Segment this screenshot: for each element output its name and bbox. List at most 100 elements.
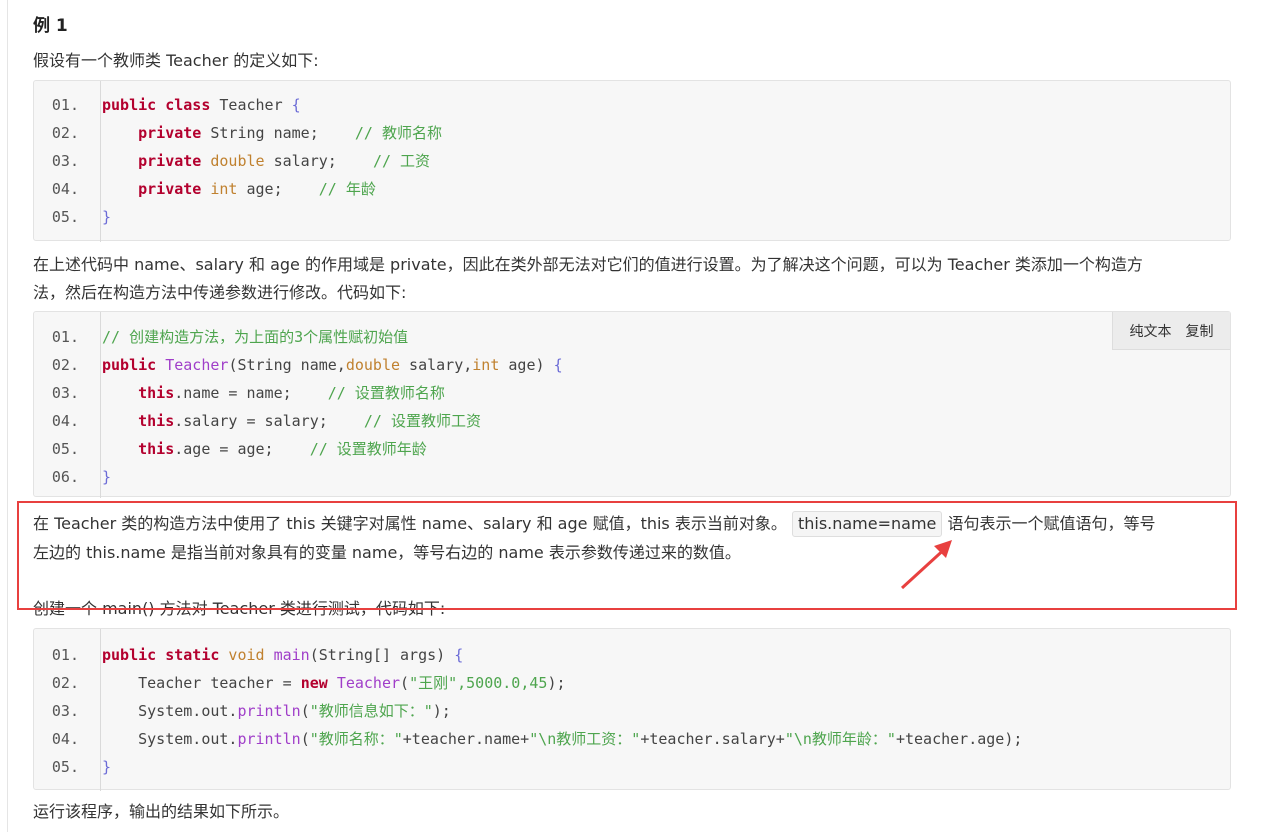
code-token: this [138,440,175,458]
code-token: Teacher [165,356,229,374]
code-token: System.out. [102,730,238,748]
code-token: } [102,468,112,486]
code-token: public [102,356,157,374]
code-token: +teacher.name+ [402,730,530,748]
code-line: 01. public static void main(String[] args… [34,641,1230,669]
code-token: public static [102,646,220,664]
code-line: 01. // 创建构造方法，为上面的3个属性赋初始值 [34,323,1230,351]
code-line: 01. public class Teacher { [34,91,1230,119]
code-line: 05.} [34,753,1230,781]
code-token: } [102,208,112,226]
code-token: public class [102,96,211,114]
code-token: // 工资 [372,152,431,170]
line-number: 03. [51,384,79,402]
line-number: 05. [51,208,79,226]
code-token: "教师信息如下：" [309,702,433,720]
code-token: "\n教师年龄：" [784,730,896,748]
code-block-main-method: 01. public static void main(String[] args… [33,628,1231,791]
code-text: System.out.println("教师信息如下："); [102,697,451,725]
code-token: .salary = salary; [174,412,364,430]
code-token: { [291,96,301,114]
code-token: ( [300,730,310,748]
code-token: this [138,412,175,430]
code-token: // 年龄 [318,180,376,198]
line-number: 04. [51,730,79,748]
code-text: public static void main(String[] args) { [102,641,463,669]
code-block-teacher-class: 01. public class Teacher {02. private Str… [33,80,1231,242]
code-token: { [553,356,563,374]
code-line: 02. Teacher teacher = new Teacher("王刚",5… [34,669,1230,697]
code-token: double [201,152,265,170]
line-number: 01. [51,96,79,114]
line-number: 05. [51,440,79,458]
code-token: "王刚",5000.0,45 [409,674,548,692]
code-line: 06.} [34,463,1230,491]
line-number: 05. [51,758,79,776]
code-line: 04. System.out.println("教师名称："+teacher.n… [34,725,1230,753]
code-line: 05. this.age = age; // 设置教师年龄 [34,435,1230,463]
code-token: Teacher [336,674,401,692]
code-text: } [102,203,111,231]
example-heading: 例 1 [33,16,68,36]
intro-text: 假设有一个教师类 Teacher 的定义如下: [33,51,319,70]
code-text: this.age = age; // 设置教师年龄 [102,435,427,463]
red-arrow-icon [900,540,952,590]
code-token: ); [432,702,451,720]
code-token: // 创建构造方法，为上面的3个属性赋初始值 [102,328,409,346]
code-line: 02. public Teacher(String name,double sal… [34,351,1230,379]
code-text: } [102,753,111,781]
line-number: 01. [51,328,79,346]
code-token: int [201,180,238,198]
code-token: "\n教师工资：" [529,730,641,748]
line-number: 02. [51,674,79,692]
code-token: .name = name; [174,384,328,402]
code-token: println [237,702,301,720]
code-token: String name; [201,124,355,142]
code-token: private [138,124,202,142]
code-text: System.out.println("教师名称："+teacher.name+… [102,725,1022,753]
code-token: salary, [400,356,473,374]
code-token: ( [400,674,410,692]
code-token: ( [300,702,310,720]
code-line: 03. this.name = name; // 设置教师名称 [34,379,1230,407]
code-text: public class Teacher { [102,91,301,119]
explanation-line-1: 在上述代码中 name、salary 和 age 的作用域是 private，因… [33,255,1143,274]
code-token: +teacher.age); [895,730,1023,748]
code-token: ); [547,674,566,692]
line-number: 03. [51,152,79,170]
code-token: // 设置教师名称 [327,384,445,402]
code-token: int [472,356,500,374]
code-token: Teacher teacher = [102,674,301,692]
code-token: (String name, [228,356,346,374]
code-text: public Teacher(String name,double salary… [102,351,563,379]
code-text: Teacher teacher = new Teacher("王刚",5000.… [102,669,566,697]
code-text: private String name; // 教师名称 [102,119,442,147]
line-number: 03. [51,702,79,720]
code-token: void [219,646,265,664]
code-token: private [138,180,202,198]
code-text: private double salary; // 工资 [102,147,430,175]
code-token: println [237,730,301,748]
code-token: // 教师名称 [354,124,442,142]
code-token: +teacher.salary+ [640,730,785,748]
code-token: .age = age; [174,440,310,458]
code-token: this [138,384,175,402]
code-block-constructor: 纯文本 复制 01.// 创建构造方法，为上面的3个属性赋初始值 02. publi… [33,311,1231,498]
code-token: System.out. [102,702,238,720]
code-line: 02. private String name; // 教师名称 [34,119,1230,147]
code-line: 04. private int age; // 年龄 [34,175,1230,203]
code-line: 04. this.salary = salary; // 设置教师工资 [34,407,1230,435]
code-token: (String[] args) [309,646,455,664]
code-line: 03. System.out.println("教师信息如下："); [34,697,1230,725]
code-line: 03. private double salary; // 工资 [34,147,1230,175]
result-intro-text: 运行该程序，输出的结果如下所示。 [33,802,290,821]
content-left-border [7,0,8,832]
code-token: double [345,356,401,374]
code-text: } [102,463,111,491]
